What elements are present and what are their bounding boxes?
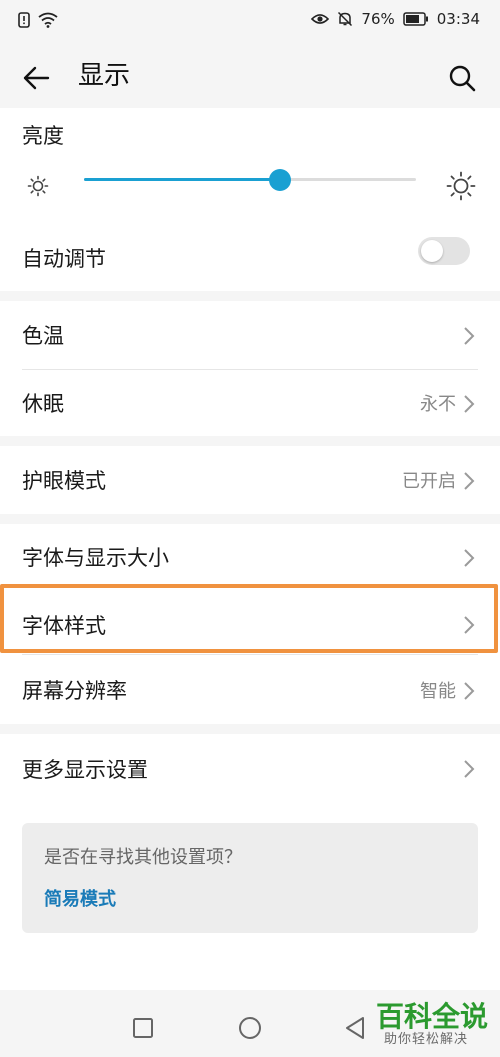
auto-adjust-toggle[interactable]: [418, 237, 470, 265]
auto-adjust-label: 自动调节: [22, 247, 106, 271]
chevron-right-icon: [464, 395, 475, 413]
back-button[interactable]: [18, 60, 54, 96]
brightness-slider[interactable]: [84, 169, 416, 191]
sleep-label: 休眠: [22, 392, 64, 416]
battery-percent: 76%: [361, 10, 395, 28]
sun-large-icon: [446, 171, 476, 201]
watermark-logo: 百科全说: [376, 1000, 489, 1033]
bell-off-icon: [338, 11, 353, 27]
brightness-slider-thumb[interactable]: [268, 169, 291, 191]
search-icon: [449, 65, 476, 92]
chevron-right-icon: [464, 327, 475, 345]
eye-comfort-label: 护眼模式: [22, 469, 106, 493]
simple-mode-link[interactable]: 简易模式: [44, 887, 116, 913]
suggestion-question: 是否在寻找其他设置项？: [44, 847, 242, 868]
toggle-knob: [421, 240, 443, 262]
color-temp-label: 色温: [22, 324, 64, 348]
chevron-right-icon: [464, 760, 475, 778]
chevron-right-icon: [464, 549, 475, 567]
brightness-section: 亮度 自动调节: [0, 108, 500, 291]
search-button[interactable]: [444, 60, 480, 96]
sim-alert-icon: [18, 12, 30, 28]
font-display-size-label: 字体与显示大小: [22, 546, 169, 570]
app-header: 显示: [0, 44, 500, 108]
wifi-icon: [38, 12, 58, 28]
status-left: [18, 12, 58, 28]
chevron-right-icon: [464, 472, 475, 490]
eye-comfort-value: 已开启: [402, 471, 456, 492]
row-font-display-size[interactable]: 字体与显示大小: [0, 524, 500, 588]
row-color-temp[interactable]: 色温: [0, 301, 500, 369]
row-sleep[interactable]: 休眠 永不: [0, 370, 500, 436]
resolution-label: 屏幕分辨率: [22, 679, 127, 703]
status-right: 76% 03:34: [311, 10, 480, 28]
brightness-label: 亮度: [22, 124, 64, 148]
square-icon[interactable]: [132, 1017, 154, 1039]
battery-icon: [403, 12, 428, 26]
row-resolution[interactable]: 屏幕分辨率 智能: [0, 655, 500, 724]
eye-comfort-section: 护眼模式 已开启: [0, 446, 500, 514]
suggestion-card: 是否在寻找其他设置项？ 简易模式: [22, 823, 478, 933]
more-display-label: 更多显示设置: [22, 758, 148, 782]
watermark-slogan: 助你轻松解决: [384, 1032, 469, 1047]
sun-small-icon: [27, 175, 49, 197]
brightness-slider-fill: [84, 178, 280, 181]
resolution-value: 智能: [420, 681, 456, 702]
arrow-left-icon: [23, 66, 50, 90]
row-more-display[interactable]: 更多显示设置: [0, 734, 500, 804]
font-style-highlight: [0, 584, 498, 653]
circle-icon[interactable]: [238, 1016, 262, 1040]
status-bar: 76% 03:34: [0, 0, 500, 44]
eye-icon: [311, 14, 330, 24]
chevron-right-icon: [464, 682, 475, 700]
row-eye-comfort[interactable]: 护眼模式 已开启: [0, 446, 500, 514]
page-title: 显示: [78, 61, 131, 91]
color-sleep-section: 色温 休眠 永不: [0, 301, 500, 436]
clock: 03:34: [436, 10, 480, 28]
triangle-left-icon[interactable]: [344, 1016, 366, 1040]
sleep-value: 永不: [420, 394, 456, 415]
